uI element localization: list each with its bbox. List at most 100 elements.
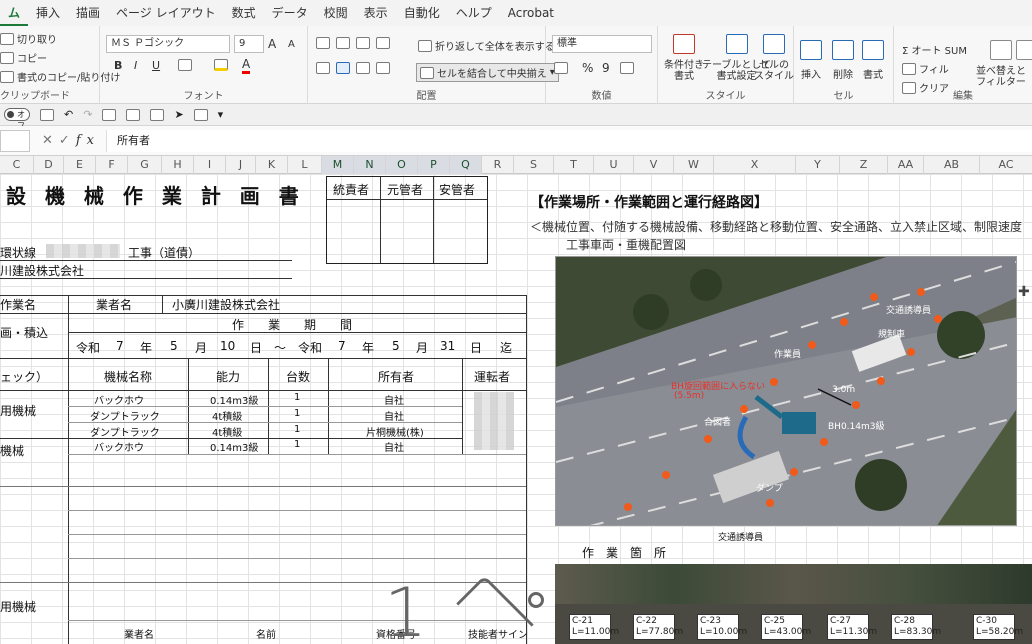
- column-header-o[interactable]: O: [386, 156, 418, 174]
- insert-cells-button[interactable]: 挿入: [800, 40, 822, 81]
- percent-button[interactable]: %: [582, 61, 593, 75]
- cell-styles-button[interactable]: セルの スタイル: [754, 34, 794, 82]
- redacted-operator-names: [474, 392, 514, 450]
- machine-3-name: ダンプトラック: [90, 428, 160, 439]
- orientation-button[interactable]: [376, 37, 390, 49]
- tab-review[interactable]: 校閲: [316, 0, 356, 26]
- magnifier-icon: [1016, 40, 1032, 60]
- table-small-icon[interactable]: [150, 108, 165, 121]
- delete-cells-button[interactable]: 削除: [832, 40, 854, 81]
- tab-automate[interactable]: 自動化: [396, 0, 448, 26]
- align-center-button[interactable]: [336, 62, 350, 74]
- period-day-start: 10: [220, 339, 236, 353]
- worksheet-grid[interactable]: 設 機 械 作 業 計 画 書 統責者 元管者 安管者 環状線 工事（道債） 川…: [0, 174, 1032, 644]
- indent-button[interactable]: [376, 62, 390, 74]
- comma-button[interactable]: 9: [602, 61, 610, 75]
- column-header-r[interactable]: R: [482, 156, 514, 174]
- redo-icon[interactable]: ↷: [83, 108, 92, 121]
- column-header-x[interactable]: X: [714, 156, 796, 174]
- grow-font-button[interactable]: A: [268, 37, 276, 51]
- tab-insert[interactable]: 挿入: [28, 0, 68, 26]
- column-header-m[interactable]: M: [322, 156, 354, 174]
- annotation-dump: ダンプ: [756, 484, 783, 494]
- font-family-select[interactable]: ＭＳ Ｐゴシック: [106, 35, 230, 53]
- autosave-toggle[interactable]: オフ: [4, 108, 30, 130]
- align-left-button[interactable]: [316, 62, 330, 74]
- italic-button[interactable]: I: [134, 59, 137, 72]
- column-header-d[interactable]: D: [34, 156, 64, 174]
- function-icon[interactable]: fx: [76, 133, 100, 148]
- new-document-icon[interactable]: [193, 108, 208, 121]
- column-header-s[interactable]: S: [514, 156, 554, 174]
- tab-draw[interactable]: 描画: [68, 0, 108, 26]
- column-header-k[interactable]: K: [256, 156, 288, 174]
- column-header-h[interactable]: H: [162, 156, 194, 174]
- customize-qat-icon[interactable]: ▾: [218, 108, 224, 121]
- column-header-q[interactable]: Q: [450, 156, 482, 174]
- borders-button[interactable]: [178, 59, 192, 71]
- decimal-button[interactable]: [620, 62, 634, 74]
- header-owner: 所有者: [378, 370, 415, 384]
- column-header-n[interactable]: N: [354, 156, 386, 174]
- cancel-icon[interactable]: ✕: [42, 133, 59, 148]
- column-header-z[interactable]: Z: [840, 156, 888, 174]
- font-color-button[interactable]: A: [242, 57, 251, 74]
- column-header-u[interactable]: U: [594, 156, 634, 174]
- shrink-font-button[interactable]: A: [288, 39, 295, 50]
- align-bottom-button[interactable]: [356, 37, 370, 49]
- underline-button[interactable]: U: [152, 59, 160, 72]
- column-header-w[interactable]: W: [674, 156, 714, 174]
- merge-center-button[interactable]: セルを結合して中央揃え ▾: [416, 63, 559, 82]
- column-header-e[interactable]: E: [64, 156, 96, 174]
- column-header-v[interactable]: V: [634, 156, 674, 174]
- font-group: ＭＳ Ｐゴシック 9 A A B I U A フォント: [100, 26, 308, 104]
- format-cells-icon: [862, 40, 884, 60]
- column-header-g[interactable]: G: [128, 156, 162, 174]
- font-size-select[interactable]: 9: [234, 35, 264, 53]
- undo-icon[interactable]: ↶: [64, 108, 73, 121]
- tab-help[interactable]: ヘルプ: [448, 0, 500, 26]
- accounting-button[interactable]: [554, 62, 568, 74]
- align-right-button[interactable]: [356, 62, 370, 74]
- bold-button[interactable]: B: [114, 59, 122, 72]
- tab-page-layout[interactable]: ページ レイアウト: [108, 0, 224, 26]
- tab-acrobat[interactable]: Acrobat: [500, 0, 562, 26]
- tab-formulas[interactable]: 数式: [224, 0, 264, 26]
- column-header-p[interactable]: P: [418, 156, 450, 174]
- border-grid-icon[interactable]: [126, 108, 141, 121]
- period-day-label-start: 日: [250, 341, 263, 355]
- fill-color-button[interactable]: [214, 59, 228, 71]
- formula-bar: ✕✓fx 所有者: [0, 126, 1032, 156]
- column-header-l[interactable]: L: [288, 156, 322, 174]
- machine-1-owner: 自社: [384, 396, 404, 407]
- find-select-button[interactable]: [1016, 40, 1032, 63]
- cut-button[interactable]: 切り取り: [0, 31, 57, 46]
- formula-input[interactable]: 所有者: [106, 130, 1032, 152]
- column-header-ab[interactable]: AB: [924, 156, 980, 174]
- enter-icon[interactable]: ✓: [59, 133, 76, 148]
- column-header-f[interactable]: F: [96, 156, 128, 174]
- grid-icon[interactable]: [102, 108, 117, 121]
- format-cells-button[interactable]: 書式: [862, 40, 884, 81]
- copy-button[interactable]: コピー: [0, 50, 47, 65]
- column-header-j[interactable]: J: [226, 156, 256, 174]
- tab-data[interactable]: データ: [264, 0, 316, 26]
- number-format-select[interactable]: 標準: [552, 35, 652, 53]
- autosum-button[interactable]: Σ オート SUM: [902, 42, 967, 57]
- align-middle-button[interactable]: [336, 37, 350, 49]
- column-header-i[interactable]: I: [194, 156, 226, 174]
- name-box[interactable]: [0, 130, 30, 152]
- cursor-icon[interactable]: ➤: [174, 108, 183, 121]
- column-header-aa[interactable]: AA: [888, 156, 924, 174]
- column-header-c[interactable]: C: [0, 156, 34, 174]
- conditional-format-button[interactable]: 条件付き 書式: [664, 34, 704, 82]
- column-header-t[interactable]: T: [554, 156, 594, 174]
- align-top-button[interactable]: [316, 37, 330, 49]
- column-header-ac[interactable]: AC: [980, 156, 1032, 174]
- save-icon[interactable]: [40, 108, 54, 121]
- wrap-text-button[interactable]: 折り返して全体を表示する: [418, 38, 555, 53]
- tab-view[interactable]: 表示: [356, 0, 396, 26]
- tab-home[interactable]: ム: [0, 0, 29, 26]
- column-header-y[interactable]: Y: [796, 156, 840, 174]
- fill-button[interactable]: フィル: [902, 61, 949, 76]
